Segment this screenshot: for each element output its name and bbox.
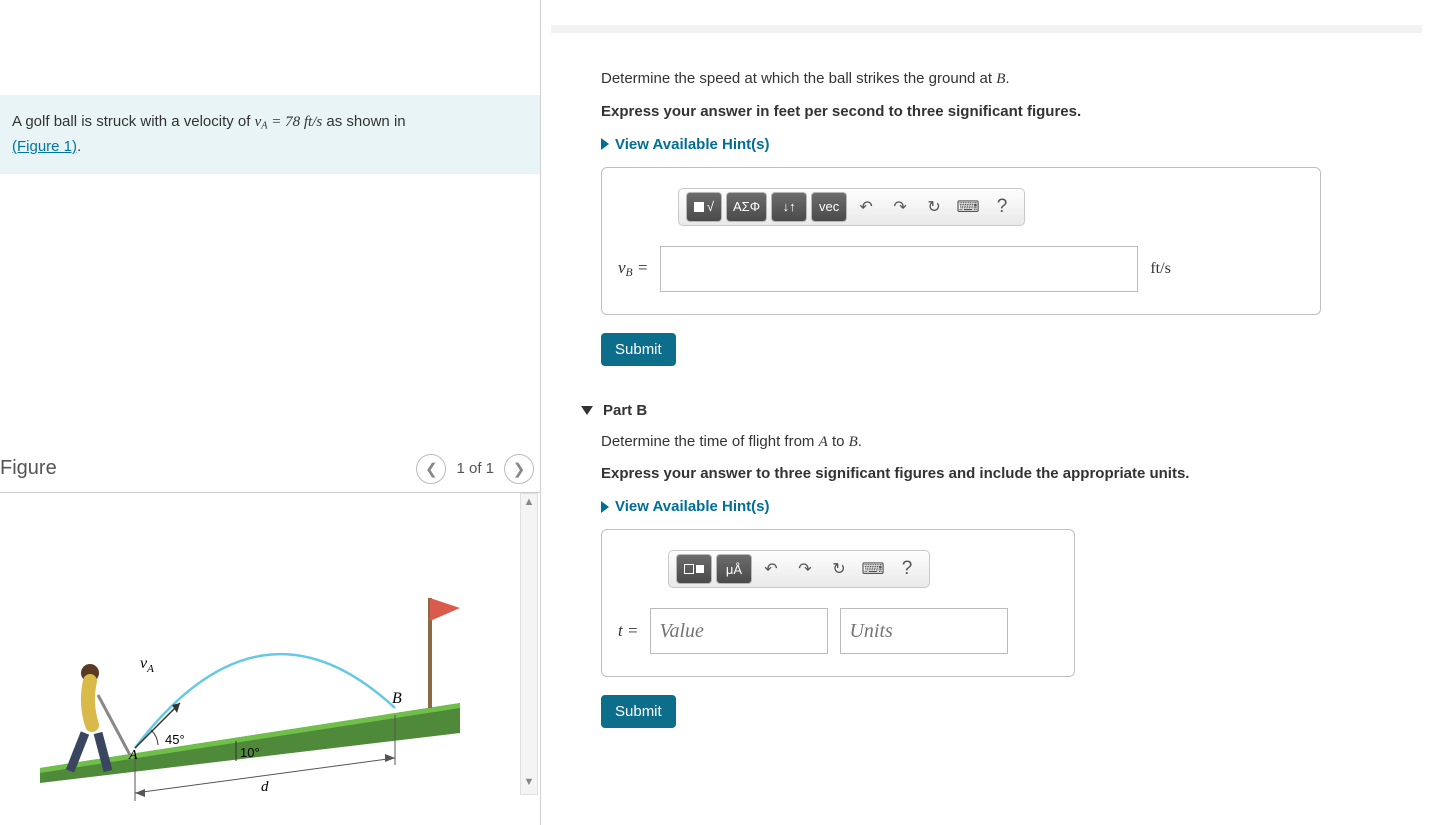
figure-next-button[interactable]: ❯ xyxy=(504,454,534,484)
hints-label: View Available Hint(s) xyxy=(615,136,770,153)
part-b-answer-box: μÅ ↶ ↷ ↻ ⌨ ? t = xyxy=(601,529,1075,677)
figure-body: ▲ ▼ xyxy=(0,493,540,803)
part-a-instruction: Express your answer in feet per second t… xyxy=(601,103,1321,120)
reset-button[interactable]: ↻ xyxy=(917,192,951,222)
problem-text-1: A golf ball is struck with a velocity of xyxy=(12,113,255,130)
redo-button[interactable]: ↷ xyxy=(883,192,917,222)
part-a-answer-input[interactable] xyxy=(660,246,1138,292)
label-A: A xyxy=(128,748,138,763)
template-button[interactable] xyxy=(676,554,712,584)
part-a-toolbar: √ ΑΣΦ ↓↑ vec ↶ ↷ ↻ ⌨ ? xyxy=(678,188,1025,226)
pb-B: B xyxy=(849,434,858,450)
golfer-icon xyxy=(70,664,130,771)
triangle-right-icon xyxy=(601,138,609,150)
label-d: d xyxy=(261,779,269,795)
undo-button[interactable]: ↶ xyxy=(849,192,883,222)
part-b-input-row: t = xyxy=(618,608,1058,654)
figure-heading: Figure xyxy=(0,457,57,480)
right-pane: Determine the speed at which the ball st… xyxy=(541,0,1432,825)
d-arrow-right xyxy=(385,754,395,762)
pb-prompt-3: . xyxy=(858,433,862,450)
part-b-value-input[interactable] xyxy=(650,608,828,654)
figure-link[interactable]: (Figure 1) xyxy=(12,138,77,155)
part-a-prompt: Determine the speed at which the ball st… xyxy=(601,68,1321,91)
figure-scrollbar[interactable]: ▲ ▼ xyxy=(520,493,538,795)
figure-nav: ❮ 1 of 1 ❯ xyxy=(416,454,534,484)
flag-icon xyxy=(430,598,460,621)
help-button[interactable]: ? xyxy=(985,192,1019,222)
part-a: Determine the speed at which the ball st… xyxy=(601,68,1321,366)
part-b-toolbar: μÅ ↶ ↷ ↻ ⌨ ? xyxy=(668,550,930,588)
scroll-down-icon[interactable]: ▼ xyxy=(521,774,537,790)
part-b-prompt: Determine the time of flight from A to B… xyxy=(601,431,1321,454)
vector-button[interactable]: vec xyxy=(811,192,847,222)
part-b-instruction: Express your answer to three significant… xyxy=(601,465,1321,482)
keyboard-button[interactable]: ⌨ xyxy=(856,554,890,584)
scroll-up-icon[interactable]: ▲ xyxy=(521,494,537,510)
divider xyxy=(551,25,1422,33)
velocity-expression: vA = 78 ft/s xyxy=(255,114,323,130)
figure-svg: vA A B 45° 10° d xyxy=(0,503,500,803)
triangle-right-icon xyxy=(601,501,609,513)
undo-button[interactable]: ↶ xyxy=(754,554,788,584)
pb-prompt-1: Determine the time of flight from xyxy=(601,433,819,450)
part-b: Determine the time of flight from A to B… xyxy=(601,431,1321,729)
angle-45-arc xyxy=(151,730,158,745)
help-button[interactable]: ? xyxy=(890,554,924,584)
label-vA: vA xyxy=(140,655,154,675)
problem-text-2: as shown in xyxy=(326,113,405,130)
keyboard-button[interactable]: ⌨ xyxy=(951,192,985,222)
template-button[interactable]: √ xyxy=(686,192,722,222)
part-a-answer-box: √ ΑΣΦ ↓↑ vec ↶ ↷ ↻ ⌨ ? vB = ft/s xyxy=(601,167,1321,315)
part-a-variable: vB = xyxy=(618,258,648,279)
problem-statement: A golf ball is struck with a velocity of… xyxy=(0,95,540,174)
d-arrow-left xyxy=(135,789,145,797)
part-a-unit: ft/s xyxy=(1150,260,1170,278)
greek-button[interactable]: ΑΣΦ xyxy=(726,192,767,222)
part-a-submit-button[interactable]: Submit xyxy=(601,333,676,366)
figure-counter: 1 of 1 xyxy=(456,460,494,477)
redo-button[interactable]: ↷ xyxy=(788,554,822,584)
left-pane: A golf ball is struck with a velocity of… xyxy=(0,0,541,825)
figure-header: Figure ❮ 1 of 1 ❯ xyxy=(0,454,540,493)
label-45: 45° xyxy=(165,732,185,747)
figure-prev-button[interactable]: ❮ xyxy=(416,454,446,484)
pb-A: A xyxy=(819,434,828,450)
subscript-button[interactable]: ↓↑ xyxy=(771,192,807,222)
reset-button[interactable]: ↻ xyxy=(822,554,856,584)
part-b-units-input[interactable] xyxy=(840,608,1008,654)
pa-prompt-1: Determine the speed at which the ball st… xyxy=(601,70,996,87)
part-b-variable: t = xyxy=(618,621,638,641)
part-b-header[interactable]: Part B xyxy=(581,402,1422,419)
part-b-hints-toggle[interactable]: View Available Hint(s) xyxy=(601,498,1321,515)
pb-prompt-2: to xyxy=(832,433,849,450)
label-10: 10° xyxy=(240,745,260,760)
label-B: B xyxy=(392,690,402,707)
part-b-submit-button[interactable]: Submit xyxy=(601,695,676,728)
units-button[interactable]: μÅ xyxy=(716,554,752,584)
triangle-down-icon xyxy=(581,406,593,415)
hints-label: View Available Hint(s) xyxy=(615,498,770,515)
part-a-input-row: vB = ft/s xyxy=(618,246,1304,292)
pa-prompt-2: . xyxy=(1005,70,1009,87)
part-b-title: Part B xyxy=(603,402,647,419)
part-a-hints-toggle[interactable]: View Available Hint(s) xyxy=(601,136,1321,153)
